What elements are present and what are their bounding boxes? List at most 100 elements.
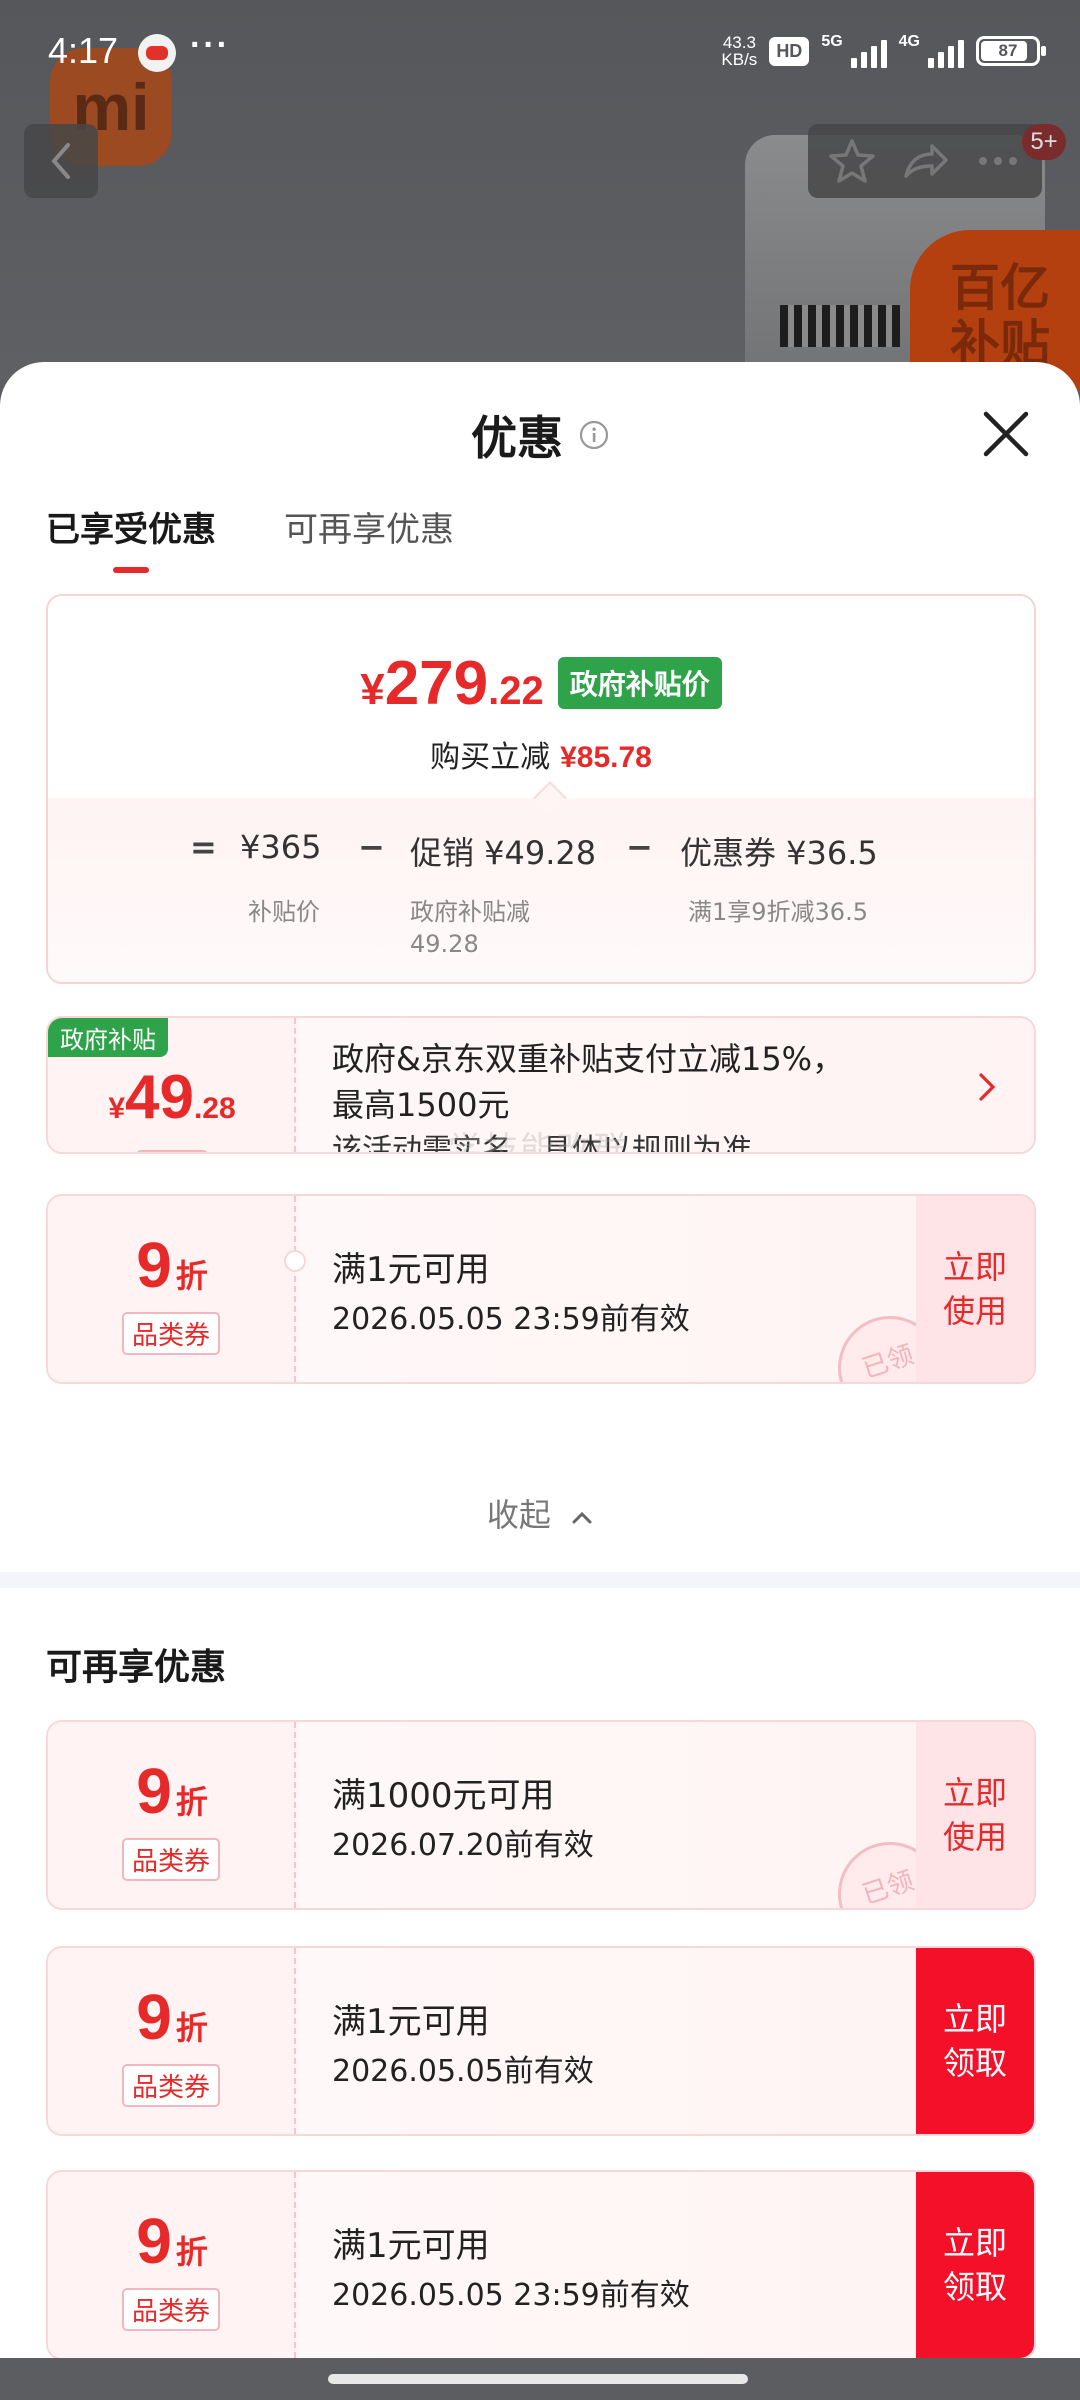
gov-subsidy-card[interactable]: 政府补贴 ¥49.28 立减 政府&京东双重补贴支付立减15%， 最高1500元…: [46, 1016, 1036, 1154]
status-indicators: 43.3 KB/s HD 5G 4G 87: [721, 33, 1046, 68]
tab-more-discounts[interactable]: 可再享优惠: [284, 492, 454, 551]
share-icon[interactable]: [900, 136, 950, 186]
formula-base-price: ¥365: [240, 828, 322, 866]
subsidy-amount-currency: ¥: [108, 1092, 125, 1125]
coupon-condition: 满1元可用: [332, 1250, 490, 1290]
formula-base-label: 补贴价: [248, 898, 320, 926]
coupon-discount-value: 9: [136, 1755, 172, 1827]
product-image-grille: [780, 305, 900, 347]
watermark-text: 学技能改群: [448, 1130, 628, 1154]
battery-icon: 87: [976, 36, 1046, 66]
more-discounts-title: 可再享优惠: [46, 1647, 227, 1688]
final-price: ¥279.22: [360, 648, 544, 719]
signal-5g-icon: [850, 34, 887, 68]
coupon-discount-value: 9: [136, 1981, 172, 2053]
subsidy-reduce-tag: 立减: [136, 1150, 209, 1152]
coupon-condition: 满1元可用: [332, 2226, 490, 2266]
coupon-condition: 满1元可用: [332, 2002, 490, 2042]
coupon-validity: 2026.05.05 23:59前有效: [332, 2278, 690, 2313]
app-notification-icon: [138, 34, 176, 72]
claim-now-line1: 立即: [942, 2000, 1007, 2038]
use-now-line1: 立即: [942, 1248, 1007, 1286]
coupon-validity: 2026.05.05前有效: [332, 2054, 594, 2089]
coupon-discount: 9折: [48, 1228, 296, 1302]
collapse-button[interactable]: 收起: [0, 1490, 1080, 1536]
coupon-discount-unit: 折: [175, 1257, 208, 1295]
subsidy-description: 政府&京东双重补贴支付立减15%， 最高1500元 该活动需实名，具体以规则为准: [332, 1036, 952, 1152]
final-price-currency: ¥: [360, 665, 385, 714]
subsidy-amount: ¥49.28: [48, 1062, 296, 1133]
price-formula: = ¥365 − 促销 ¥49.28 − 优惠券 ¥36.5: [48, 828, 1034, 888]
purchase-reduction: 购买立减 ¥85.78: [48, 732, 1034, 776]
coupon-card-more-2: 9折 品类券 满1元可用 2026.05.05前有效 立即领取: [46, 1946, 1036, 2136]
sheet-header: 优惠: [0, 362, 1080, 492]
back-button[interactable]: [24, 124, 98, 198]
formula-promotion-label: 政府补贴减 49.28: [410, 896, 530, 960]
claim-now-line2: 领取: [942, 2268, 1007, 2306]
battery-level: 87: [998, 41, 1018, 60]
formula-equals: =: [190, 828, 217, 866]
claim-now-label: 立即 领取: [943, 1997, 1007, 2085]
network-speed: 43.3 KB/s: [721, 34, 757, 68]
formula-promotion-label-line1: 政府补贴减: [410, 898, 530, 926]
formula-minus-2: −: [626, 828, 653, 866]
price-summary-card: ¥279.22 政府补贴价 购买立减 ¥85.78 = ¥365 − 促销 ¥49…: [46, 594, 1036, 984]
chevron-right-icon: [979, 1073, 996, 1101]
subsidy-line2: 最高1500元: [332, 1086, 510, 1124]
subsidy-line1: 政府&京东双重补贴支付立减15%，: [332, 1040, 845, 1078]
coupon-discount-unit: 折: [175, 2233, 208, 2271]
section-divider: [0, 1572, 1080, 1588]
use-now-label: 立即 使用: [943, 1771, 1007, 1859]
claim-now-line2: 领取: [942, 2044, 1007, 2082]
use-now-button[interactable]: 立即 使用: [916, 1722, 1034, 1908]
chevron-left-icon: [51, 143, 70, 179]
gov-subsidy-corner-tag: 政府补贴: [48, 1018, 168, 1057]
coupon-discount: 9折: [48, 1980, 296, 2054]
claim-now-button[interactable]: 立即 领取: [916, 2172, 1034, 2358]
purchase-reduction-label: 购买立减: [430, 740, 551, 775]
coupon-validity: 2026.07.20前有效: [332, 1828, 594, 1863]
summary-breakdown-bg: [48, 798, 1034, 982]
use-now-line2: 使用: [942, 1292, 1007, 1330]
product-actions: [808, 124, 1042, 198]
hd-voice-icon: HD: [769, 36, 810, 66]
claim-now-label: 立即 领取: [943, 2221, 1007, 2309]
network-type-4g: 4G: [898, 33, 920, 50]
collapse-label: 收起: [486, 1496, 551, 1534]
coupon-category-tag: 品类券: [122, 2288, 221, 2331]
coupon-category-tag: 品类券: [122, 1838, 221, 1881]
formula-promotion: 促销 ¥49.28: [410, 834, 597, 872]
coupon-category-tag: 品类券: [122, 2064, 221, 2107]
close-icon[interactable]: [978, 406, 1034, 462]
chevron-up-icon: [572, 1511, 592, 1524]
coupon-category-tag: 品类券: [122, 1312, 221, 1355]
network-speed-value: 43.3: [722, 33, 756, 52]
coupon-discount-value: 9: [136, 1229, 172, 1301]
formula-coupon: 优惠券 ¥36.5: [680, 834, 878, 872]
info-icon[interactable]: [579, 420, 609, 450]
network-speed-unit: KB/s: [721, 50, 758, 69]
sheet-title-row: 优惠: [0, 402, 1080, 468]
claim-now-button[interactable]: 立即 领取: [916, 1948, 1034, 2134]
formula-minus-1: −: [358, 828, 385, 866]
use-now-line1: 立即: [942, 1774, 1007, 1812]
coupon-discount-unit: 折: [175, 2009, 208, 2047]
use-now-label: 立即 使用: [943, 1245, 1007, 1333]
use-now-button[interactable]: 立即 使用: [916, 1196, 1034, 1382]
coupon-card-more-1: 9折 品类券 满1000元可用 2026.07.20前有效 已领 立即 使用: [46, 1720, 1036, 1910]
subsidy-badge-line1: 百亿: [950, 259, 1050, 317]
sheet-title: 优惠: [471, 411, 563, 465]
more-icon[interactable]: [973, 136, 1023, 186]
coupon-discount: 9折: [48, 1754, 296, 1828]
subsidy-amount-integer: 49: [125, 1063, 194, 1132]
coupon-condition: 满1000元可用: [332, 1776, 555, 1816]
coupon-discount-value: 9: [136, 2205, 172, 2277]
star-icon[interactable]: [827, 136, 877, 186]
use-now-line2: 使用: [942, 1818, 1007, 1856]
home-indicator[interactable]: [328, 2374, 748, 2384]
final-price-row: ¥279.22 政府补贴价: [48, 648, 1034, 719]
network-type-5g: 5G: [821, 33, 843, 50]
coupon-discount-unit: 折: [175, 1783, 208, 1821]
more-notifications-icon: ···: [190, 26, 230, 64]
tab-enjoyed-discounts[interactable]: 已享受优惠: [46, 492, 216, 573]
